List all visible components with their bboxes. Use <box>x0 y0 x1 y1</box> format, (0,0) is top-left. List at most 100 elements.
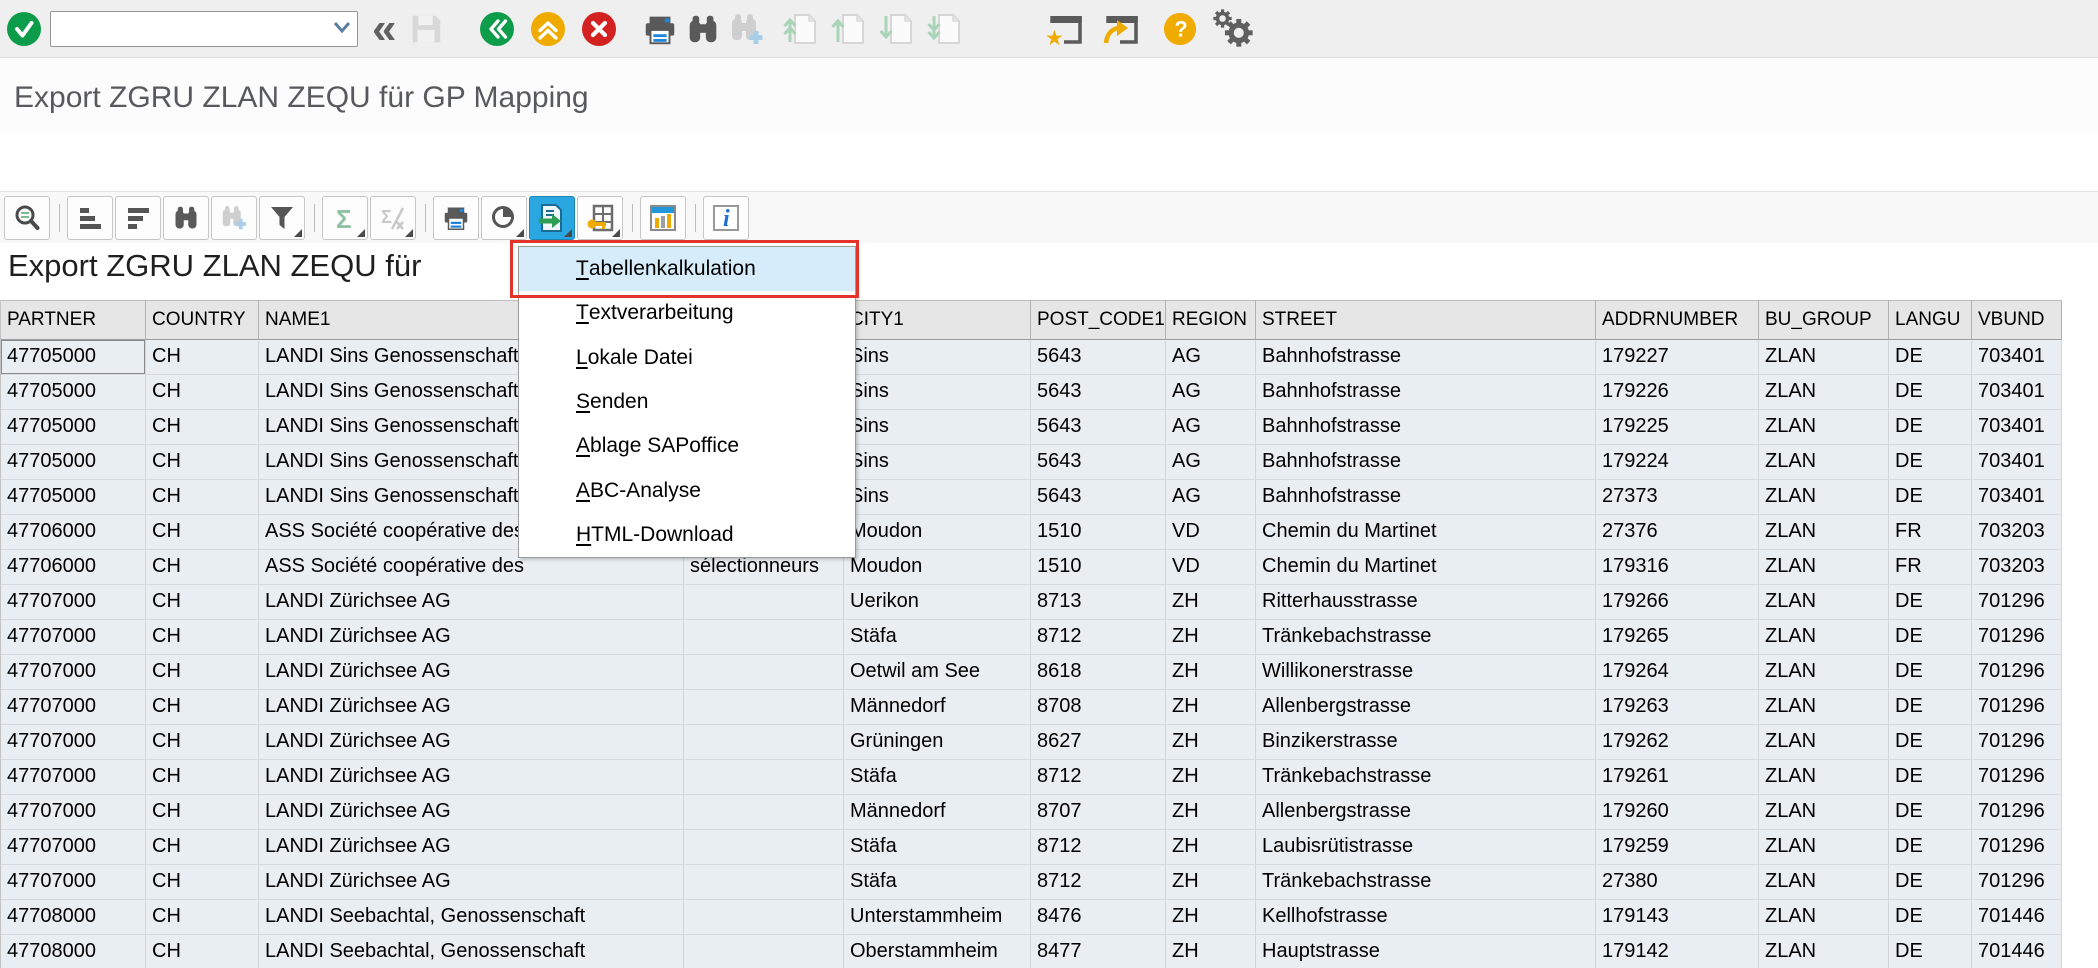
menu-item-html-download[interactable]: HTML-Download <box>519 513 855 557</box>
grid-cell[interactable]: 27380 <box>1596 865 1759 900</box>
grid-cell[interactable]: Sins <box>844 410 1031 445</box>
grid-cell[interactable]: CH <box>146 515 259 550</box>
grid-cell[interactable]: Oberstammheim <box>844 935 1031 968</box>
grid-cell[interactable]: DE <box>1889 760 1972 795</box>
grid-cell[interactable]: 179142 <box>1596 935 1759 968</box>
grid-cell[interactable]: ZH <box>1166 830 1256 865</box>
grid-cell[interactable]: ZLAN <box>1759 900 1889 935</box>
choose-layout-button[interactable] <box>577 196 623 240</box>
grid-cell[interactable]: 8708 <box>1031 690 1166 725</box>
grid-cell[interactable]: Bahnhofstrasse <box>1256 410 1596 445</box>
grid-cell[interactable]: CH <box>146 725 259 760</box>
grid-cell[interactable]: 5643 <box>1031 340 1166 375</box>
grid-cell[interactable]: ZH <box>1166 585 1256 620</box>
grid-cell[interactable]: Unterstammheim <box>844 900 1031 935</box>
find-button-alv[interactable] <box>163 196 209 240</box>
grid-cell[interactable]: Sins <box>844 445 1031 480</box>
grid-cell[interactable]: ZLAN <box>1759 375 1889 410</box>
grid-cell[interactable]: 703401 <box>1972 480 2062 515</box>
grid-cell[interactable]: AG <box>1166 410 1256 445</box>
find-button[interactable] <box>684 10 722 48</box>
menu-item-textverarbeitung[interactable]: Textverarbeitung <box>519 291 855 335</box>
grid-cell[interactable]: FR <box>1889 515 1972 550</box>
grid-cell[interactable]: LANDI Zürichsee AG <box>259 690 684 725</box>
grid-cell[interactable]: Laubisrütistrasse <box>1256 830 1596 865</box>
grid-cell[interactable]: ZLAN <box>1759 340 1889 375</box>
grid-cell[interactable]: Chemin du Martinet <box>1256 515 1596 550</box>
grid-cell[interactable]: 701446 <box>1972 900 2062 935</box>
grid-cell[interactable]: DE <box>1889 340 1972 375</box>
grid-cell[interactable] <box>684 655 844 690</box>
grid-cell[interactable]: LANDI Zürichsee AG <box>259 865 684 900</box>
grid-cell[interactable]: CH <box>146 865 259 900</box>
grid-cell[interactable]: DE <box>1889 690 1972 725</box>
total-button[interactable]: Σ <box>322 196 368 240</box>
grid-cell[interactable]: DE <box>1889 935 1972 968</box>
grid-cell[interactable]: ZLAN <box>1759 935 1889 968</box>
grid-cell[interactable]: CH <box>146 655 259 690</box>
grid-cell[interactable]: ZLAN <box>1759 585 1889 620</box>
grid-cell[interactable]: 179226 <box>1596 375 1759 410</box>
graphic-button[interactable] <box>640 196 686 240</box>
grid-cell[interactable]: Kellhofstrasse <box>1256 900 1596 935</box>
grid-cell[interactable]: ZH <box>1166 760 1256 795</box>
grid-cell[interactable]: CH <box>146 620 259 655</box>
grid-cell[interactable]: Allenbergstrasse <box>1256 690 1596 725</box>
grid-cell[interactable]: 47707000 <box>1 795 146 830</box>
grid-cell[interactable]: 179266 <box>1596 585 1759 620</box>
grid-cell[interactable] <box>684 760 844 795</box>
grid-cell[interactable]: LANDI Seebachtal, Genossenschaft <box>259 935 684 968</box>
grid-cell[interactable]: Bahnhofstrasse <box>1256 340 1596 375</box>
grid-cell[interactable]: ZH <box>1166 690 1256 725</box>
grid-cell[interactable]: 47707000 <box>1 725 146 760</box>
grid-cell[interactable]: 8476 <box>1031 900 1166 935</box>
grid-cell[interactable] <box>684 725 844 760</box>
grid-cell[interactable]: 701296 <box>1972 725 2062 760</box>
menu-item-ablage-sapoffice[interactable]: Ablage SAPoffice <box>519 424 855 468</box>
grid-cell[interactable]: Männedorf <box>844 690 1031 725</box>
grid-cell[interactable]: 8477 <box>1031 935 1166 968</box>
grid-cell[interactable]: 8712 <box>1031 760 1166 795</box>
grid-cell[interactable]: ZH <box>1166 795 1256 830</box>
grid-cell[interactable]: 179260 <box>1596 795 1759 830</box>
previous-page-button[interactable] <box>829 9 869 49</box>
grid-cell[interactable]: 5643 <box>1031 375 1166 410</box>
grid-cell[interactable]: 8712 <box>1031 865 1166 900</box>
grid-cell[interactable]: Chemin du Martinet <box>1256 550 1596 585</box>
set-filter-button[interactable] <box>259 196 305 240</box>
sort-descending-button[interactable] <box>115 196 161 240</box>
menu-item-lokale-datei[interactable]: Lokale Datei <box>519 336 855 380</box>
help-button[interactable]: ? <box>1163 12 1197 46</box>
grid-cell[interactable]: 1510 <box>1031 550 1166 585</box>
cancel-button[interactable] <box>581 11 617 47</box>
grid-cell[interactable]: Männedorf <box>844 795 1031 830</box>
grid-cell[interactable]: Binzikerstrasse <box>1256 725 1596 760</box>
save-button[interactable] <box>407 10 445 48</box>
grid-cell[interactable]: 47707000 <box>1 865 146 900</box>
grid-cell[interactable]: 47707000 <box>1 690 146 725</box>
grid-cell[interactable]: LANDI Zürichsee AG <box>259 795 684 830</box>
grid-cell[interactable]: LANDI Zürichsee AG <box>259 725 684 760</box>
grid-cell[interactable]: DE <box>1889 900 1972 935</box>
grid-cell[interactable]: DE <box>1889 865 1972 900</box>
grid-cell[interactable]: 179224 <box>1596 445 1759 480</box>
grid-cell[interactable]: 47708000 <box>1 935 146 968</box>
grid-cell[interactable]: 701296 <box>1972 690 2062 725</box>
create-shortcut-button[interactable] <box>1099 9 1141 49</box>
grid-cell[interactable]: LANDI Zürichsee AG <box>259 620 684 655</box>
grid-cell[interactable]: Bahnhofstrasse <box>1256 445 1596 480</box>
grid-cell[interactable]: 701296 <box>1972 760 2062 795</box>
column-header-street[interactable]: STREET <box>1256 300 1596 340</box>
column-header-vbund[interactable]: VBUND <box>1972 300 2062 340</box>
grid-cell[interactable]: 701296 <box>1972 830 2062 865</box>
grid-cell[interactable]: VD <box>1166 515 1256 550</box>
grid-cell[interactable]: ZLAN <box>1759 690 1889 725</box>
grid-cell[interactable]: ZH <box>1166 865 1256 900</box>
grid-cell[interactable]: Ritterhausstrasse <box>1256 585 1596 620</box>
grid-cell[interactable]: 179225 <box>1596 410 1759 445</box>
info-button[interactable]: i <box>703 196 749 240</box>
grid-cell[interactable]: ZLAN <box>1759 760 1889 795</box>
grid-cell[interactable]: 179316 <box>1596 550 1759 585</box>
grid-cell[interactable]: Bahnhofstrasse <box>1256 480 1596 515</box>
grid-cell[interactable]: Grüningen <box>844 725 1031 760</box>
